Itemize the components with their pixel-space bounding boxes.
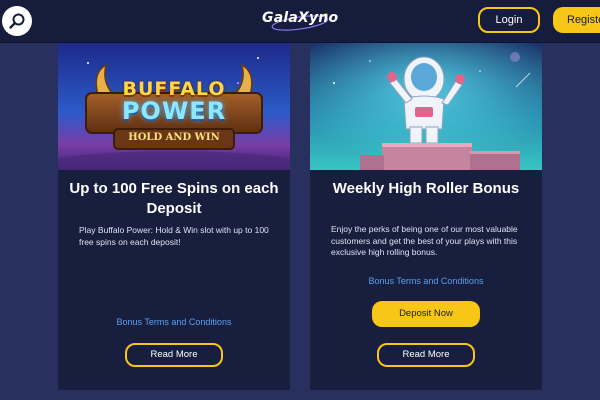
card-description: Enjoy the perks of being one of our most…	[331, 224, 518, 257]
logo-text: GalaXyno	[262, 10, 339, 26]
deposit-now-button[interactable]: Deposit Now	[372, 301, 480, 327]
login-button[interactable]: Login	[478, 7, 540, 33]
buffalo-power-banner: BUFFALO POWER HOLD AND WIN	[58, 43, 290, 170]
read-more-button[interactable]: Read More	[377, 343, 475, 367]
promo-card-free-spins: BUFFALO POWER HOLD AND WIN Up to 100 Fre…	[58, 43, 290, 390]
search-icon	[9, 13, 25, 29]
register-button[interactable]: Register	[553, 7, 600, 33]
page: GalaXyno Login Register	[0, 0, 600, 400]
banner-title-power: POWER	[121, 97, 227, 125]
promo-card-high-roller: Weekly High Roller Bonus Enjoy the perks…	[310, 43, 542, 390]
read-more-button[interactable]: Read More	[125, 343, 223, 367]
card-title: Up to 100 Free Spins on each Deposit	[69, 180, 279, 217]
banner-subtitle: HOLD AND WIN	[128, 132, 220, 143]
header: GalaXyno Login Register	[0, 0, 600, 43]
astronaut-banner	[310, 43, 542, 170]
bonus-terms-link[interactable]: Bonus Terms and Conditions	[310, 276, 542, 286]
brand-logo[interactable]: GalaXyno	[262, 6, 338, 36]
bonus-terms-link[interactable]: Bonus Terms and Conditions	[58, 317, 290, 327]
card-description: Play Buffalo Power: Hold & Win slot with…	[79, 225, 269, 247]
card-title: Weekly High Roller Bonus	[332, 180, 520, 197]
search-button[interactable]	[2, 6, 32, 36]
